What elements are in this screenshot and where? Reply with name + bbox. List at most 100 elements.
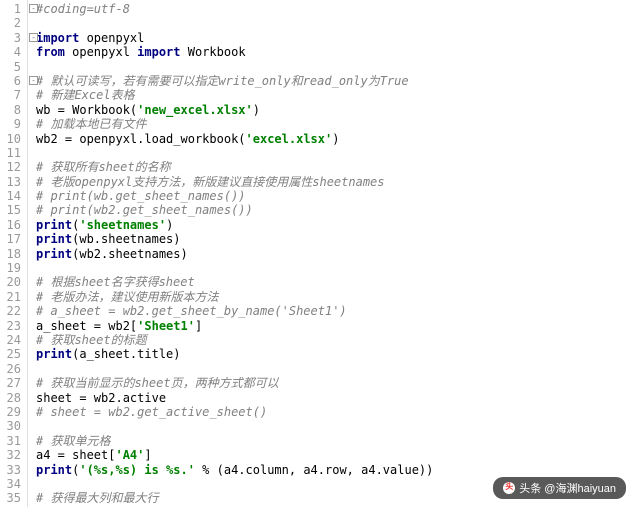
line-number: 6 — [4, 74, 21, 88]
code-line[interactable]: print(wb.sheetnames) — [36, 232, 640, 246]
token-kw: from — [36, 45, 65, 59]
code-line[interactable]: -#coding=utf-8 — [36, 2, 640, 16]
token-cm: # 新建Excel表格 — [36, 88, 135, 102]
code-line[interactable]: -import openpyxl — [36, 31, 640, 45]
code-line[interactable]: sheet = wb2.active — [36, 391, 640, 405]
line-number: 18 — [4, 247, 21, 261]
token-kw: print — [36, 218, 72, 232]
line-number: 25 — [4, 347, 21, 361]
token-cm: # 老版openpyxl支持方法，新版建议直接使用属性sheetnames — [36, 175, 385, 189]
line-number: 33 — [4, 463, 21, 477]
token-cm: #coding=utf-8 — [36, 2, 130, 16]
code-editor: 1234567891011121314151617181920212223242… — [0, 0, 640, 507]
token-id: (wb2.sheetnames) — [72, 247, 188, 261]
token-str: 'excel.xlsx' — [246, 132, 333, 146]
token-str: 'A4' — [115, 448, 144, 462]
code-line[interactable]: # 加载本地已有文件 — [36, 117, 640, 131]
token-cm: # sheet = wb2.get_active_sheet() — [36, 405, 267, 419]
token-cm: # print(wb.get_sheet_names()) — [36, 189, 246, 203]
code-line[interactable]: # print(wb.get_sheet_names()) — [36, 189, 640, 203]
code-line[interactable]: a_sheet = wb2['Sheet1'] — [36, 319, 640, 333]
token-id: sheet = wb2.active — [36, 391, 166, 405]
code-line[interactable]: # print(wb2.get_sheet_names()) — [36, 203, 640, 217]
token-id: openpyxl — [79, 31, 144, 45]
line-number: 13 — [4, 175, 21, 189]
code-line[interactable]: # 老版openpyxl支持方法，新版建议直接使用属性sheetnames — [36, 175, 640, 189]
line-number: 2 — [4, 16, 21, 30]
fold-toggle-icon[interactable]: - — [29, 4, 38, 13]
token-id: (wb.sheetnames) — [72, 232, 180, 246]
token-cm: # 获取单元格 — [36, 434, 110, 448]
token-id: wb2 = openpyxl.load_workbook( — [36, 132, 246, 146]
code-line[interactable] — [36, 261, 640, 275]
code-line[interactable]: print(wb2.sheetnames) — [36, 247, 640, 261]
fold-toggle-icon[interactable]: - — [29, 76, 38, 85]
line-number: 10 — [4, 132, 21, 146]
code-line[interactable]: # 老版办法，建议使用新版本方法 — [36, 290, 640, 304]
code-line[interactable]: # a_sheet = wb2.get_sheet_by_name('Sheet… — [36, 304, 640, 318]
line-number: 34 — [4, 477, 21, 491]
code-line[interactable]: # 获取单元格 — [36, 434, 640, 448]
line-number: 30 — [4, 419, 21, 433]
token-kw: import — [137, 45, 180, 59]
line-number: 9 — [4, 117, 21, 131]
line-number: 8 — [4, 103, 21, 117]
code-line[interactable] — [36, 419, 640, 433]
token-str: 'new_excel.xlsx' — [137, 103, 253, 117]
token-cm: # 获取所有sheet的名称 — [36, 160, 171, 174]
code-line[interactable] — [36, 362, 640, 376]
code-line[interactable]: from openpyxl import Workbook — [36, 45, 640, 59]
code-line[interactable]: # 根据sheet名字获得sheet — [36, 275, 640, 289]
token-kw: print — [36, 232, 72, 246]
token-id: ) — [166, 218, 173, 232]
code-line[interactable]: a4 = sheet['A4'] — [36, 448, 640, 462]
token-id: a4 = sheet[ — [36, 448, 115, 462]
code-line[interactable]: # sheet = wb2.get_active_sheet() — [36, 405, 640, 419]
fold-toggle-icon[interactable]: - — [29, 33, 38, 42]
line-number: 1 — [4, 2, 21, 16]
code-line[interactable]: wb2 = openpyxl.load_workbook('excel.xlsx… — [36, 132, 640, 146]
code-line[interactable]: print(a_sheet.title) — [36, 347, 640, 361]
token-cm: # 默认可读写，若有需要可以指定write_only和read_only为Tru… — [36, 74, 409, 88]
line-number: 27 — [4, 376, 21, 390]
line-number: 24 — [4, 333, 21, 347]
token-id: wb = Workbook( — [36, 103, 137, 117]
code-line[interactable]: print('(%s,%s) is %s.' % (a4.column, a4.… — [36, 463, 640, 477]
token-id: ] — [144, 448, 151, 462]
line-number-gutter: 1234567891011121314151617181920212223242… — [0, 0, 28, 507]
token-cm: # 老版办法，建议使用新版本方法 — [36, 290, 218, 304]
code-line[interactable]: # 获取sheet的标题 — [36, 333, 640, 347]
line-number: 15 — [4, 203, 21, 217]
token-cm: # 获取当前显示的sheet页，两种方式都可以 — [36, 376, 279, 390]
line-number: 19 — [4, 261, 21, 275]
code-area[interactable]: -#coding=utf-8-import openpyxlfrom openp… — [28, 0, 640, 507]
line-number: 31 — [4, 434, 21, 448]
token-str: 'sheetnames' — [79, 218, 166, 232]
token-str: '(%s,%s) is %s.' — [79, 463, 195, 477]
line-number: 4 — [4, 45, 21, 59]
code-line[interactable]: -# 默认可读写，若有需要可以指定write_only和read_only为Tr… — [36, 74, 640, 88]
token-cm: # 加载本地已有文件 — [36, 117, 146, 131]
code-line[interactable] — [36, 16, 640, 30]
code-line[interactable]: wb = Workbook('new_excel.xlsx') — [36, 103, 640, 117]
code-line[interactable] — [36, 60, 640, 74]
line-number: 35 — [4, 491, 21, 505]
token-cm: # 根据sheet名字获得sheet — [36, 275, 195, 289]
code-line[interactable]: print('sheetnames') — [36, 218, 640, 232]
code-line[interactable] — [36, 146, 640, 160]
code-line[interactable]: # 获取当前显示的sheet页，两种方式都可以 — [36, 376, 640, 390]
token-id: ] — [195, 319, 202, 333]
line-number: 7 — [4, 88, 21, 102]
token-id: Workbook — [181, 45, 246, 59]
code-line[interactable]: # 获取所有sheet的名称 — [36, 160, 640, 174]
line-number: 14 — [4, 189, 21, 203]
line-number: 20 — [4, 275, 21, 289]
token-id: ) — [332, 132, 339, 146]
token-id: ) — [253, 103, 260, 117]
code-line[interactable]: # 新建Excel表格 — [36, 88, 640, 102]
line-number: 11 — [4, 146, 21, 160]
line-number: 12 — [4, 160, 21, 174]
token-kw: print — [36, 463, 72, 477]
line-number: 16 — [4, 218, 21, 232]
token-cm: # 获取sheet的标题 — [36, 333, 147, 347]
